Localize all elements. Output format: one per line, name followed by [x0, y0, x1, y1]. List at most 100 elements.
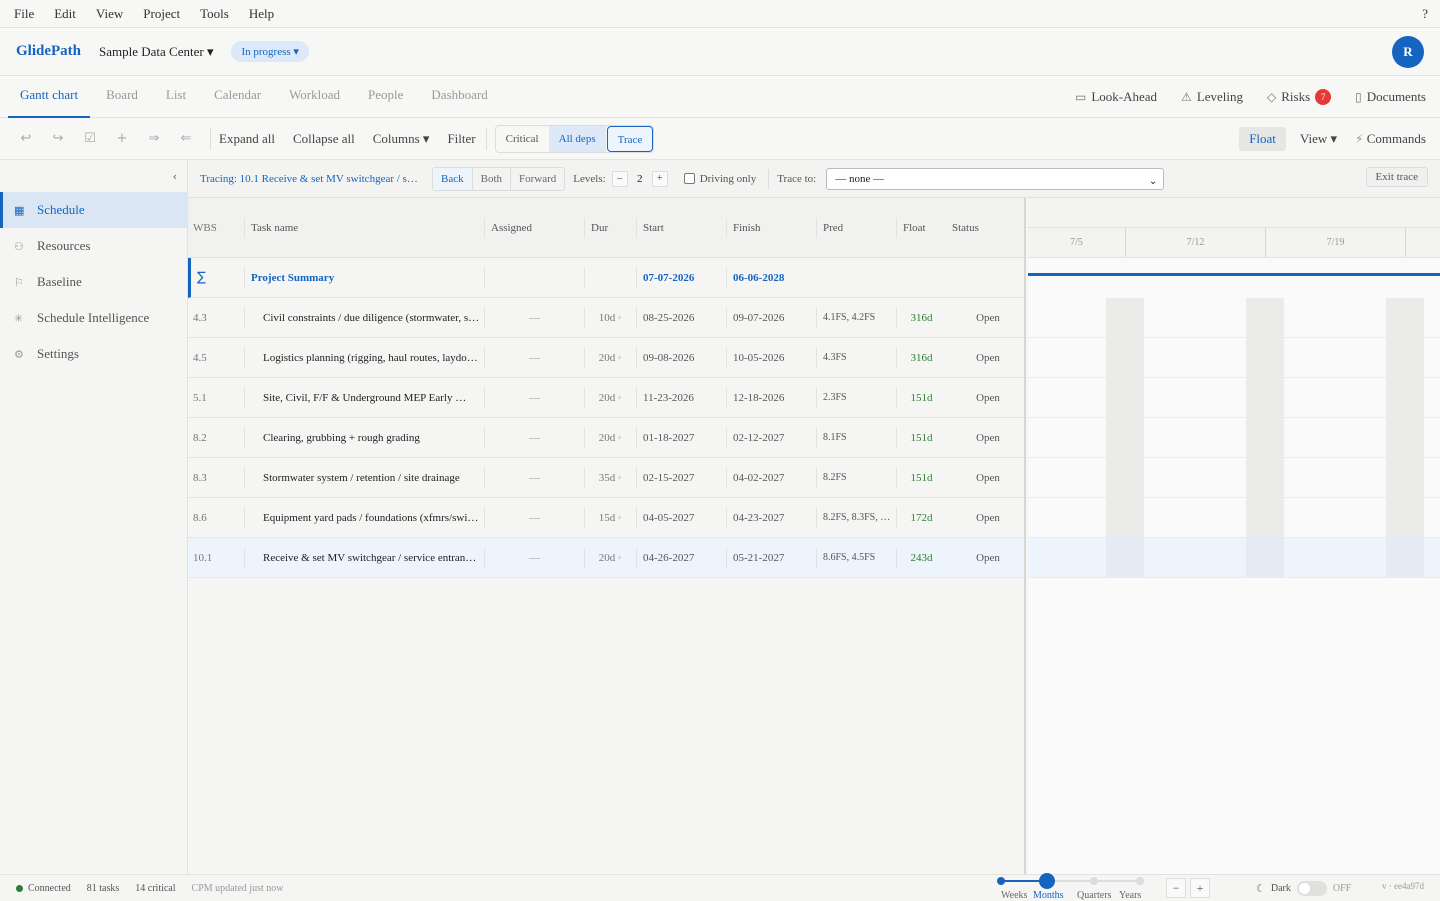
column-header-pred[interactable]: Pred — [816, 217, 896, 238]
checkbox-icon[interactable]: ☑ — [74, 131, 106, 146]
zoom-out-button[interactable]: − — [1166, 878, 1186, 898]
row-assigned[interactable]: — — [484, 507, 584, 528]
column-header-status[interactable]: Status — [946, 218, 1024, 238]
zoom-label-months[interactable]: Months — [1033, 890, 1064, 901]
row-finish[interactable]: 12-18-2026 — [726, 387, 816, 408]
menu-view[interactable]: View — [96, 6, 123, 22]
float-toggle-button[interactable]: Float — [1239, 127, 1286, 151]
trace-back-button[interactable]: Back — [433, 167, 472, 190]
slider-stop[interactable] — [1090, 877, 1098, 885]
outdent-icon[interactable]: ⇐ — [170, 131, 202, 146]
redo-icon[interactable]: ↪ — [42, 131, 74, 146]
gantt-timeline[interactable]: 7/5 7/12 7/19 — [1028, 198, 1440, 874]
row-assigned[interactable]: — — [484, 307, 584, 328]
row-task-name[interactable]: Site, Civil, F/F & Underground MEP Early… — [244, 387, 484, 408]
menu-edit[interactable]: Edit — [54, 6, 76, 22]
row-finish[interactable]: 04-23-2027 — [726, 507, 816, 528]
tab-list[interactable]: List — [154, 76, 198, 118]
driving-only-checkbox[interactable] — [683, 173, 695, 184]
trace-mode-button[interactable]: Trace — [606, 125, 654, 152]
row-finish[interactable]: 10-05-2026 — [726, 347, 816, 368]
row-pred[interactable]: 4.1FS, 4.2FS — [816, 307, 896, 328]
tab-dashboard[interactable]: Dashboard — [419, 76, 499, 118]
tab-calendar[interactable]: Calendar — [202, 76, 273, 118]
documents-button[interactable]: ▯ Documents — [1355, 89, 1426, 105]
column-header-start[interactable]: Start — [636, 217, 726, 238]
collapse-sidebar-icon[interactable]: ‹ — [173, 170, 177, 183]
row-start[interactable]: 11-23-2026 — [636, 387, 726, 408]
column-header-assigned[interactable]: Assigned — [484, 217, 584, 238]
trace-both-button[interactable]: Both — [471, 167, 510, 190]
menu-help[interactable]: Help — [249, 6, 274, 22]
row-pred[interactable]: 8.2FS — [816, 467, 896, 488]
row-pred[interactable]: 2.3FS — [816, 387, 896, 408]
row-duration[interactable]: 20d + — [584, 427, 636, 448]
row-pred[interactable]: 8.6FS, 4.5FS — [816, 547, 896, 568]
exit-trace-button[interactable]: Exit trace — [1365, 167, 1428, 187]
row-finish[interactable]: 05-21-2027 — [726, 547, 816, 568]
slider-stop[interactable] — [997, 877, 1005, 885]
view-dropdown[interactable]: View ▾ — [1300, 131, 1337, 147]
critical-mode-button[interactable]: Critical — [496, 126, 549, 152]
row-start[interactable]: 09-08-2026 — [636, 347, 726, 368]
menu-tools[interactable]: Tools — [200, 6, 229, 22]
row-task-name[interactable]: Stormwater system / retention / site dra… — [244, 467, 484, 488]
zoom-label-years[interactable]: Years — [1119, 890, 1141, 901]
tab-people[interactable]: People — [356, 76, 415, 118]
row-pred[interactable]: 8.1FS — [816, 427, 896, 448]
row-assigned[interactable]: — — [484, 387, 584, 408]
row-assigned[interactable]: — — [484, 347, 584, 368]
table-row[interactable]: 4.3 Civil constraints / due diligence (s… — [188, 298, 1024, 338]
table-row[interactable]: 5.1 Site, Civil, F/F & Underground MEP E… — [188, 378, 1024, 418]
menu-file[interactable]: File — [14, 6, 34, 22]
trace-forward-button[interactable]: Forward — [510, 167, 564, 190]
project-status-dropdown[interactable]: In progress ▾ — [231, 41, 309, 62]
levels-increment-button[interactable]: + — [651, 170, 668, 187]
row-start[interactable]: 01-18-2027 — [636, 427, 726, 448]
row-duration[interactable]: 20d + — [584, 387, 636, 408]
levels-decrement-button[interactable]: – — [611, 170, 628, 187]
zoom-label-quarters[interactable]: Quarters — [1077, 890, 1111, 901]
timescale-slider[interactable]: Weeks Months Quarters Years — [996, 873, 1146, 901]
row-duration[interactable]: 10d + — [584, 307, 636, 328]
slider-stop[interactable] — [1136, 877, 1144, 885]
row-task-name[interactable]: Clearing, grubbing + rough grading — [244, 427, 484, 448]
row-status[interactable]: Open — [946, 508, 1024, 528]
row-pred[interactable]: 4.3FS — [816, 347, 896, 368]
slider-handle[interactable] — [1039, 873, 1055, 889]
tab-gantt-chart[interactable]: Gantt chart — [8, 76, 91, 118]
sidebar-item-settings[interactable]: ⚙ Settings — [0, 336, 187, 372]
row-task-name[interactable]: Receive & set MV switchgear / service en… — [244, 547, 484, 568]
row-duration[interactable]: 15d + — [584, 507, 636, 528]
user-avatar[interactable]: R — [1392, 36, 1424, 68]
help-button[interactable]: ? — [1422, 6, 1428, 22]
row-assigned[interactable]: — — [484, 547, 584, 568]
trace-to-select[interactable]: — none — ⌄ — [826, 167, 1165, 190]
row-task-name[interactable]: Equipment yard pads / foundations (xfmrs… — [244, 507, 484, 528]
row-start[interactable]: 02-15-2027 — [636, 467, 726, 488]
row-start[interactable]: 08-25-2026 — [636, 307, 726, 328]
undo-icon[interactable]: ↩ — [10, 131, 42, 146]
row-finish[interactable]: 09-07-2026 — [726, 307, 816, 328]
zoom-in-button[interactable]: + — [1190, 878, 1210, 898]
lookahead-button[interactable]: ▭ Look-Ahead — [1075, 89, 1157, 105]
column-header-duration[interactable]: Dur — [584, 217, 636, 238]
row-status[interactable]: Open — [946, 348, 1024, 368]
row-duration[interactable]: 20d + — [584, 347, 636, 368]
row-duration[interactable]: 35d + — [584, 467, 636, 488]
project-summary-bar[interactable] — [1028, 273, 1440, 276]
row-status[interactable]: Open — [946, 388, 1024, 408]
tab-workload[interactable]: Workload — [277, 76, 352, 118]
project-summary-row[interactable]: ∑ Project Summary 07-07-2026 06-06-2028 — [188, 258, 1024, 298]
row-assigned[interactable]: — — [484, 427, 584, 448]
filter-button[interactable]: Filter — [447, 131, 475, 147]
table-row[interactable]: 4.5 Logistics planning (rigging, haul ro… — [188, 338, 1024, 378]
column-header-finish[interactable]: Finish — [726, 217, 816, 238]
risks-button[interactable]: ◇ Risks 7 — [1267, 89, 1332, 105]
zoom-label-weeks[interactable]: Weeks — [1001, 890, 1027, 901]
project-selector[interactable]: Sample Data Center ▾ — [99, 44, 213, 60]
column-header-float[interactable]: Float — [896, 217, 946, 238]
row-status[interactable]: Open — [946, 308, 1024, 328]
table-row[interactable]: 8.3 Stormwater system / retention / site… — [188, 458, 1024, 498]
menu-project[interactable]: Project — [143, 6, 180, 22]
